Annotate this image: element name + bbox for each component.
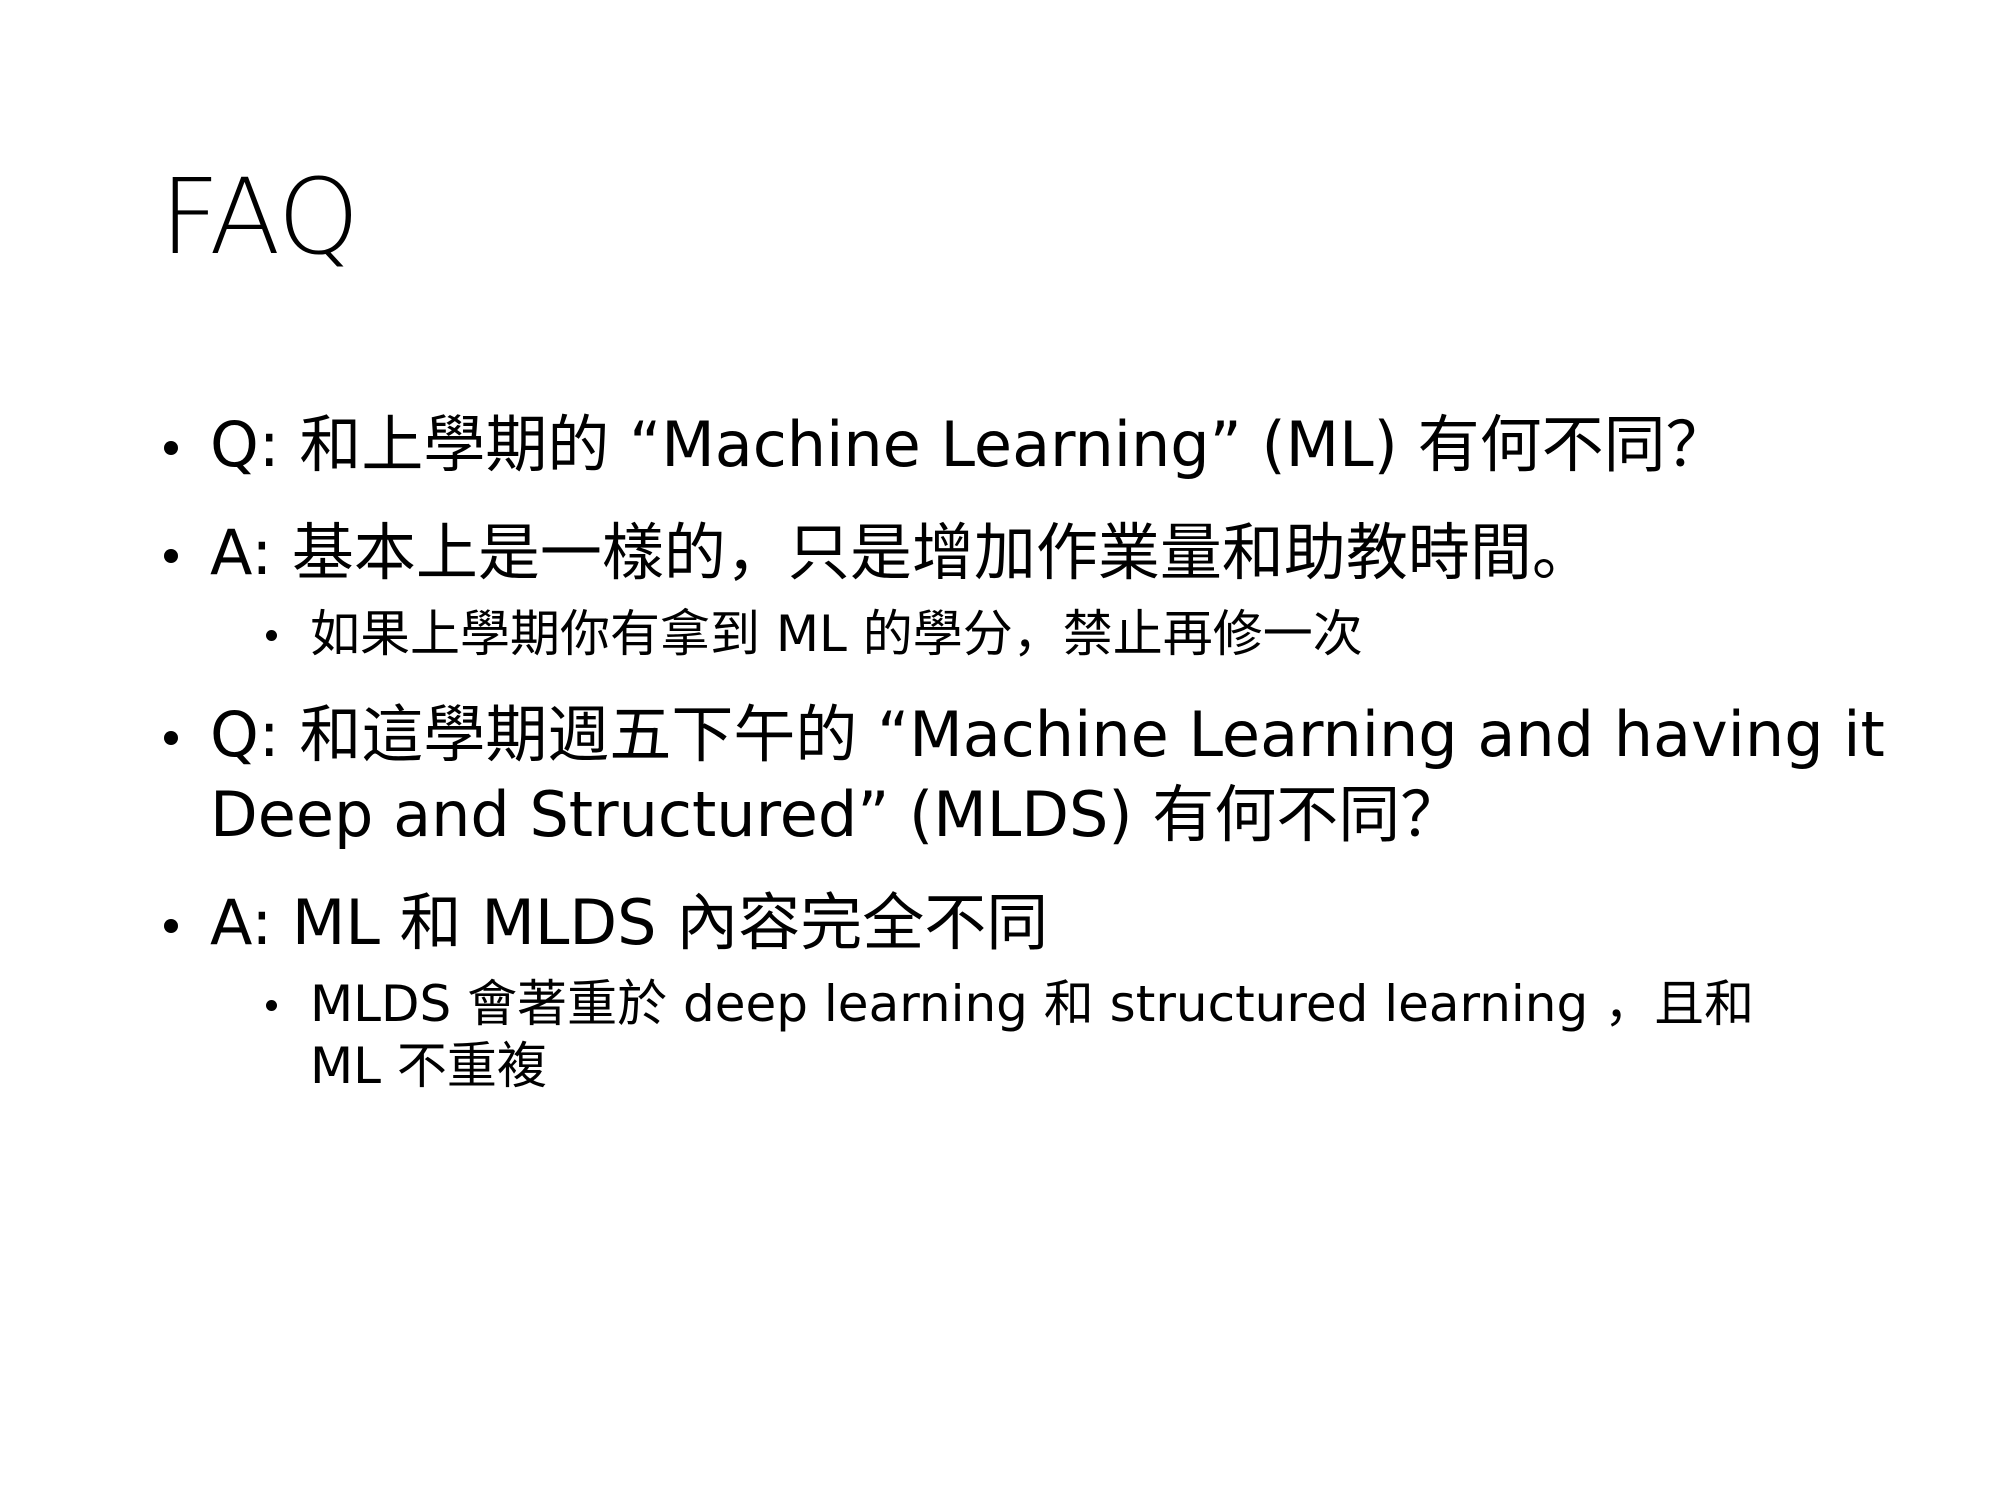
sub-bullet-item-credit-rule: 如果上學期你有拿到 ML 的學分，禁止再修一次 [260, 603, 1920, 665]
bullet-text: A: ML 和 MLDS 內容完全不同 [210, 886, 1049, 959]
sub-bullet-icon [266, 630, 277, 641]
slide-title: FAQ [160, 156, 359, 278]
bullet-item-question-1: Q: 和上學期的 “Machine Learning” (ML) 有何不同？ [160, 405, 1920, 485]
bullet-item-answer-1: A: 基本上是一樣的，只是增加作業量和助教時間。 [160, 513, 1920, 593]
bullet-icon [164, 441, 178, 455]
sub-bullet-text: MLDS 會著重於 deep learning 和 structured lea… [310, 975, 1755, 1095]
bullet-icon [164, 731, 178, 745]
bullet-icon [164, 549, 178, 563]
bullet-item-question-2: Q: 和這學期週五下午的 “Machine Learning and havin… [160, 695, 1920, 855]
slide: FAQ Q: 和上學期的 “Machine Learning” (ML) 有何不… [0, 0, 2000, 1500]
bullet-icon [164, 919, 178, 933]
bullet-text: Q: 和這學期週五下午的 “Machine Learning and havin… [210, 698, 1885, 851]
bullet-text: A: 基本上是一樣的，只是增加作業量和助教時間。 [210, 516, 1594, 589]
bullet-item-answer-2: A: ML 和 MLDS 內容完全不同 [160, 883, 1920, 963]
bullet-text: Q: 和上學期的 “Machine Learning” (ML) 有何不同？ [210, 408, 1728, 481]
sub-bullet-text: 如果上學期你有拿到 ML 的學分，禁止再修一次 [310, 605, 1363, 663]
bullet-list: Q: 和上學期的 “Machine Learning” (ML) 有何不同？ A… [160, 405, 1920, 1127]
sub-bullet-item-mlds-focus: MLDS 會著重於 deep learning 和 structured lea… [260, 973, 1920, 1097]
sub-bullet-icon [266, 1000, 277, 1011]
